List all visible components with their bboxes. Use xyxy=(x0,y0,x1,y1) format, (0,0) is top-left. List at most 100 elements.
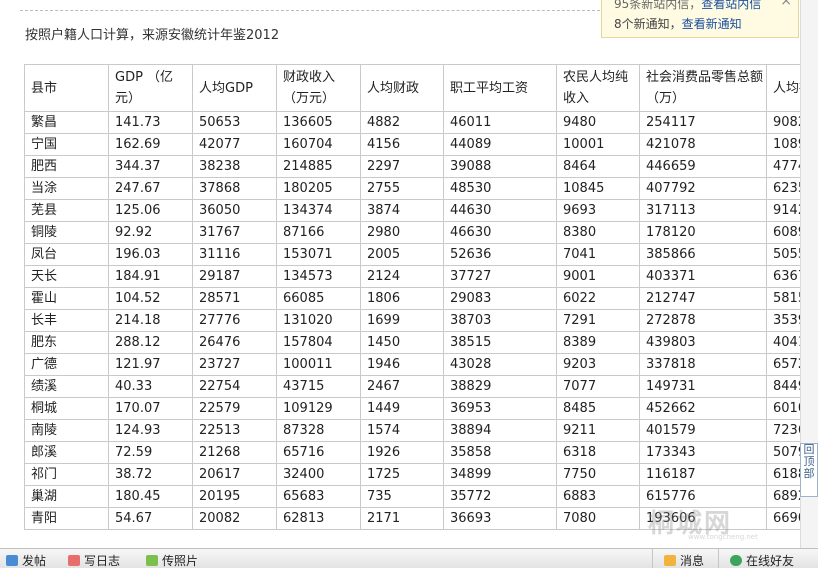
table-cell: 3539 xyxy=(766,309,800,332)
table-cell: 1089 xyxy=(766,133,800,156)
table-cell: 广德 xyxy=(24,353,109,376)
diary-icon xyxy=(68,555,80,566)
table-cell: 7041 xyxy=(556,243,640,266)
view-notices-link[interactable]: 查看新通知 xyxy=(682,17,742,31)
table-cell: 162.69 xyxy=(108,133,193,156)
table-cell: 郎溪 xyxy=(24,441,109,464)
table-cell: 87166 xyxy=(276,221,361,244)
table-row: 宁国 162.69 42077 160704 4156 44089 10001 421078 1… xyxy=(24,133,800,156)
table-cell: 1450 xyxy=(360,331,444,354)
table-cell: 214.18 xyxy=(108,309,193,332)
table-cell: 254117 xyxy=(639,111,767,134)
table-cell: 50653 xyxy=(192,111,277,134)
table-cell: 38703 xyxy=(443,309,557,332)
table-cell: 1946 xyxy=(360,353,444,376)
table-cell: 134374 xyxy=(276,199,361,222)
table-cell: 385866 xyxy=(639,243,767,266)
close-icon[interactable]: × xyxy=(780,0,792,9)
table-cell: 31767 xyxy=(192,221,277,244)
table-cell: 317113 xyxy=(639,199,767,222)
table-cell: 9480 xyxy=(556,111,640,134)
table-cell: 34899 xyxy=(443,463,557,486)
table-cell: 6318 xyxy=(556,441,640,464)
table-cell: 1806 xyxy=(360,287,444,310)
table-cell: 南陵 xyxy=(24,419,109,442)
mail-icon xyxy=(664,555,676,566)
table-cell: 6022 xyxy=(556,287,640,310)
table-cell: 180205 xyxy=(276,177,361,200)
table-cell: 21268 xyxy=(192,441,277,464)
table-cell: 46630 xyxy=(443,221,557,244)
table-cell: 344.37 xyxy=(108,155,193,178)
column-header: GDP （亿元） xyxy=(108,64,193,112)
table-cell: 124.93 xyxy=(108,419,193,442)
table-cell: 43715 xyxy=(276,375,361,398)
table-cell: 芜县 xyxy=(24,199,109,222)
table-cell: 196.03 xyxy=(108,243,193,266)
table-cell: 35858 xyxy=(443,441,557,464)
table-cell: 46011 xyxy=(443,111,557,134)
table-cell: 288.12 xyxy=(108,331,193,354)
table-cell: 铜陵 xyxy=(24,221,109,244)
table-cell: 38.72 xyxy=(108,463,193,486)
column-header: 人均财政 xyxy=(360,64,444,112)
table-cell: 1699 xyxy=(360,309,444,332)
column-header: 社会消费品零售总额（万） xyxy=(639,64,767,112)
table-cell: 霍山 xyxy=(24,287,109,310)
table-cell: 735 xyxy=(360,485,444,508)
notification-popup: 95条新站内信，查看站内信 8个新通知，查看新通知 × xyxy=(601,0,799,38)
table-cell: 20617 xyxy=(192,463,277,486)
table-cell: 37727 xyxy=(443,265,557,288)
table-cell: 35772 xyxy=(443,485,557,508)
online-friends-label: 在线好友 xyxy=(746,554,795,568)
post-button[interactable]: 发帖 xyxy=(6,552,46,569)
table-cell: 8389 xyxy=(556,331,640,354)
table-cell: 28571 xyxy=(192,287,277,310)
table-cell: 39088 xyxy=(443,155,557,178)
table-cell: 44089 xyxy=(443,133,557,156)
table-cell: 38829 xyxy=(443,375,557,398)
table-cell: 38238 xyxy=(192,155,277,178)
online-friends-button[interactable]: 在线好友 xyxy=(730,552,794,569)
table-cell: 凤台 xyxy=(24,243,109,266)
table-cell: 27776 xyxy=(192,309,277,332)
table-cell: 8464 xyxy=(556,155,640,178)
table-cell: 4882 xyxy=(360,111,444,134)
back-to-top-button[interactable]: 回顶部 xyxy=(800,443,818,497)
table-cell: 5815 xyxy=(766,287,800,310)
table-cell: 157804 xyxy=(276,331,361,354)
table-cell: 9082 xyxy=(766,111,800,134)
table-body: 繁昌 141.73 50653 136605 4882 46011 9480 254117 90… xyxy=(24,111,800,530)
table-cell: 桐城 xyxy=(24,397,109,420)
table-cell: 31116 xyxy=(192,243,277,266)
table-cell: 巢湖 xyxy=(24,485,109,508)
table-cell: 天长 xyxy=(24,265,109,288)
upload-photo-button[interactable]: 传照片 xyxy=(146,552,198,569)
table-cell: 绩溪 xyxy=(24,375,109,398)
table-cell: 272878 xyxy=(639,309,767,332)
table-cell: 446659 xyxy=(639,155,767,178)
table-row: 肥东 288.12 26476 157804 1450 38515 8389 439803 40… xyxy=(24,331,800,354)
page-caption: 按照户籍人口计算，来源安徽统计年鉴2012 xyxy=(25,28,280,43)
table-row: 凤台 196.03 31116 153071 2005 52636 7041 385866 50… xyxy=(24,243,800,266)
column-header: 职工平均工资 xyxy=(443,64,557,112)
column-header: 县市 xyxy=(24,64,109,112)
write-diary-button[interactable]: 写日志 xyxy=(68,552,120,569)
table-cell: 407792 xyxy=(639,177,767,200)
table-cell: 22579 xyxy=(192,397,277,420)
table-cell: 72.59 xyxy=(108,441,193,464)
table-cell: 29187 xyxy=(192,265,277,288)
table-cell: 178120 xyxy=(639,221,767,244)
table-cell: 65683 xyxy=(276,485,361,508)
table-cell: 26476 xyxy=(192,331,277,354)
county-stats-table: 县市 GDP （亿元） 人均GDP 财政收入（万元） 人均财政 职工平均工资 农民人均纯收入… xyxy=(24,64,800,530)
messages-button[interactable]: 消息 xyxy=(664,552,704,569)
table-cell: 125.06 xyxy=(108,199,193,222)
table-cell: 29083 xyxy=(443,287,557,310)
table-cell: 23727 xyxy=(192,353,277,376)
column-header: 农民人均纯收入 xyxy=(556,64,640,112)
table-cell: 452662 xyxy=(639,397,767,420)
table-cell: 44630 xyxy=(443,199,557,222)
site-watermark-logo: 桐城网 www.tongcheng.net xyxy=(648,503,758,541)
view-messages-link[interactable]: 查看站内信 xyxy=(701,0,761,11)
